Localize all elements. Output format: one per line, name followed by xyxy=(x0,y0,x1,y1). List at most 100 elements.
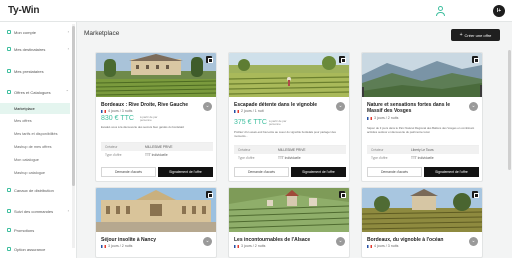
sidebar-item-tarifs[interactable]: Mes tarifs et disponibilités xyxy=(0,128,70,139)
user-icon xyxy=(7,30,11,34)
offer-duration: 4 jours / 3 nuits xyxy=(101,109,132,113)
chevron-down-icon[interactable]: ⌄ xyxy=(203,237,212,246)
sidebar-item-label: Suivi des commandes xyxy=(14,208,54,214)
page-scrollbar[interactable] xyxy=(508,50,511,250)
offer-image xyxy=(96,53,216,97)
offer-title: Les incontournables de l'Alsace xyxy=(234,237,311,243)
offer-card[interactable]: Bordeaux, du vignoble à l'océan 4 jours … xyxy=(361,187,483,258)
sidebar-item-mon-catalogue[interactable]: Mon catalogue xyxy=(0,154,70,165)
sidebar: Mon compte › Mes destinataires › Mes pre… xyxy=(0,22,77,258)
sidebar-item-mon-compte[interactable]: Mon compte › xyxy=(0,26,70,38)
offer-duration: 3 jours / 2 nuits xyxy=(234,244,265,248)
avatar[interactable]: I+ xyxy=(493,5,505,17)
sidebar-item-mes-offres[interactable]: Mes offres xyxy=(0,115,70,126)
page-title: Marketplace xyxy=(84,30,120,37)
report-offer-button[interactable]: Signalement de l'offre xyxy=(158,167,213,177)
share-icon xyxy=(7,188,11,192)
sidebar-item-prestataires[interactable]: Mes prestataires xyxy=(0,65,70,77)
offer-description: Profitez d'un week-end bien-être au coeu… xyxy=(234,130,336,138)
chevron-right-icon: › xyxy=(67,29,69,34)
price-note: à partir de par personne xyxy=(140,115,158,122)
report-offer-button[interactable]: Signalement de l'offre xyxy=(424,167,479,177)
shield-icon xyxy=(7,247,11,251)
sidebar-item-label: Mashup catalogue xyxy=(14,170,46,175)
bookmark-icon[interactable] xyxy=(472,191,479,198)
chevron-down-icon[interactable]: ⌄ xyxy=(203,102,212,111)
chevron-down-icon[interactable]: ⌄ xyxy=(336,237,345,246)
sidebar-item-mashup-offres[interactable]: Mashup de mes offres xyxy=(0,141,70,152)
sidebar-item-label: Canaux de distribution xyxy=(14,187,54,193)
sidebar-item-label: Option assurance xyxy=(14,246,46,252)
report-offer-button[interactable]: Signalement de l'offre xyxy=(291,167,346,177)
offer-card[interactable]: Séjour insolite à Nancy 3 jours / 2 nuit… xyxy=(95,187,217,258)
catalog-icon xyxy=(7,90,11,94)
offer-details: Créateur MILLESIME PRIVE Type d'offre TTT … xyxy=(234,145,346,162)
offer-duration: 4 jours / 3 nuits xyxy=(367,244,398,248)
sidebar-item-promotions[interactable]: Promotions xyxy=(0,224,70,236)
offer-image xyxy=(229,53,349,97)
sidebar-item-offres-catalogues[interactable]: Offres et Catalogues ⌃ xyxy=(0,86,70,98)
sidebar-item-label: Mes offres xyxy=(14,118,32,123)
offer-image xyxy=(362,188,482,232)
offer-card[interactable]: Bordeaux : Rive Droite, Rive Gauche 4 jo… xyxy=(95,52,217,182)
users-icon xyxy=(7,47,11,51)
top-bar: Ty-Win I+ xyxy=(0,0,512,22)
offer-details: Créateur MILLESIME PRIVE Type d'offre TTT … xyxy=(101,142,213,159)
sidebar-item-commandes[interactable]: Suivi des commandes › xyxy=(0,205,70,217)
offer-title: Escapade détente dans le vignoble xyxy=(234,102,318,108)
sidebar-item-label: Promotions xyxy=(14,227,35,233)
france-flag-icon xyxy=(367,116,372,120)
sidebar-item-destinataires[interactable]: Mes destinataires › xyxy=(0,43,70,55)
sidebar-item-label: Mes destinataires xyxy=(14,46,46,52)
sidebar-item-label: Mes tarifs et disponibilités xyxy=(14,131,58,136)
plus-icon: + xyxy=(459,32,463,38)
sidebar-item-marketplace[interactable]: Marketplace xyxy=(0,103,70,114)
cart-icon xyxy=(7,209,11,213)
create-offer-label: Créer une offre xyxy=(464,32,492,38)
offer-title: Bordeaux, du vignoble à l'océan xyxy=(367,237,444,243)
france-flag-icon xyxy=(234,109,239,113)
offer-title: Nature et sensations fortes dans le Mass… xyxy=(367,102,451,114)
sidebar-item-label: Offres et Catalogues xyxy=(14,89,51,95)
offer-image xyxy=(362,53,482,97)
sidebar-item-label: Mon catalogue xyxy=(14,157,39,162)
create-offer-button[interactable]: + Créer une offre xyxy=(451,29,500,41)
sidebar-item-label: Mon compte xyxy=(14,29,37,35)
bookmark-icon[interactable] xyxy=(339,56,346,63)
bookmark-icon[interactable] xyxy=(472,56,479,63)
bookmark-icon[interactable] xyxy=(339,191,346,198)
france-flag-icon xyxy=(367,244,372,248)
chevron-down-icon[interactable]: ⌄ xyxy=(469,237,478,246)
offer-card[interactable]: Les incontournables de l'Alsace 3 jours … xyxy=(228,187,350,258)
chevron-right-icon: › xyxy=(67,208,69,213)
france-flag-icon xyxy=(101,244,106,248)
request-access-button[interactable]: Demande d'accès xyxy=(367,167,422,177)
offer-duration: 3 jours / 2 nuits xyxy=(101,244,132,248)
sidebar-item-assurance[interactable]: Option assurance xyxy=(0,243,70,255)
offer-card[interactable]: Escapade détente dans le vignoble 2 jour… xyxy=(228,52,350,182)
offer-image xyxy=(96,188,216,232)
offer-title: Bordeaux : Rive Droite, Rive Gauche xyxy=(101,102,188,108)
briefcase-icon xyxy=(7,69,11,73)
request-access-button[interactable]: Demande d'accès xyxy=(101,167,156,177)
sidebar-item-label: Mashup de mes offres xyxy=(14,144,52,149)
sidebar-item-canaux[interactable]: Canaux de distribution xyxy=(0,184,70,196)
offer-description: Séjour de 3 jours dans le Parc Naturel R… xyxy=(367,126,475,134)
offer-duration: 3 jours / 2 nuits xyxy=(367,116,398,120)
chevron-down-icon[interactable]: ⌄ xyxy=(469,102,478,111)
offer-description: Evadez-vous à la découverte des secrets … xyxy=(101,125,185,129)
france-flag-icon xyxy=(101,109,106,113)
offer-card[interactable]: Nature et sensations fortes dans le Mass… xyxy=(361,52,483,182)
bookmark-icon[interactable] xyxy=(206,56,213,63)
app-logo[interactable]: Ty-Win xyxy=(8,5,39,16)
sidebar-scrollbar[interactable] xyxy=(72,24,75,248)
offer-price: 830 € TTC xyxy=(101,115,134,122)
offer-image xyxy=(229,188,349,232)
offer-duration: 2 jours / 1 nuit xyxy=(234,109,264,113)
chevron-down-icon[interactable]: ⌄ xyxy=(336,102,345,111)
bookmark-icon[interactable] xyxy=(206,191,213,198)
request-access-button[interactable]: Demande d'accès xyxy=(234,167,289,177)
sidebar-item-mashup-catalogue[interactable]: Mashup catalogue xyxy=(0,167,70,178)
chevron-right-icon: › xyxy=(67,46,69,51)
user-icon[interactable] xyxy=(436,6,445,16)
